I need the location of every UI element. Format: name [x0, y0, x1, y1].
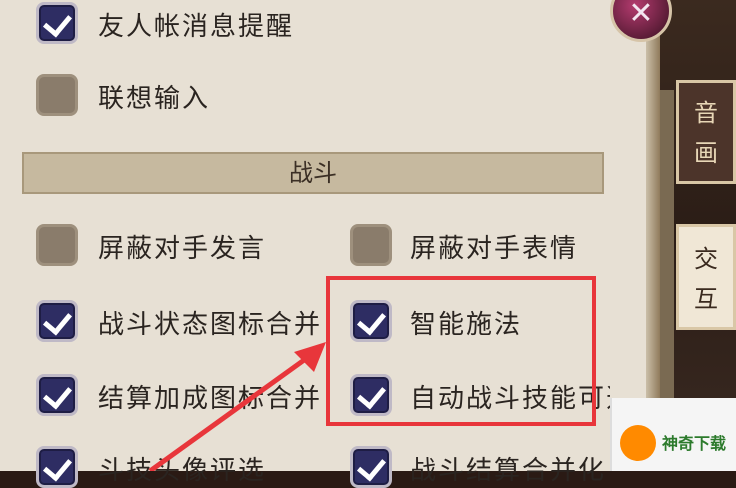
watermark-text: 神奇下载 [662, 436, 727, 453]
watermark-logo-icon [620, 425, 656, 461]
arrow-head [294, 342, 326, 372]
arrow-line [148, 347, 320, 471]
